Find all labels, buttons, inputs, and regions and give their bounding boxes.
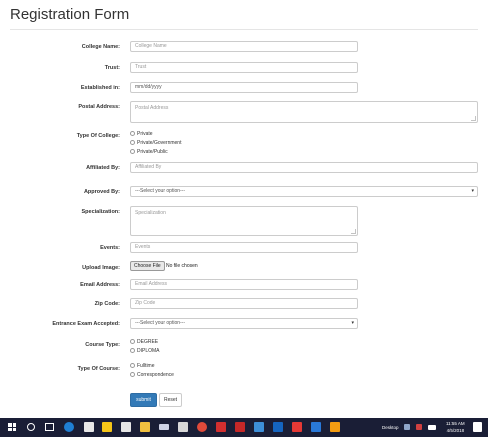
- trust-input[interactable]: Trust: [130, 62, 358, 73]
- postal-address-textarea[interactable]: Postal Address: [130, 101, 478, 123]
- file-status-text: No file chosen: [166, 263, 198, 269]
- radio-button-icon[interactable]: [130, 149, 135, 155]
- college-name-input[interactable]: College Name: [130, 41, 358, 52]
- approved-by-label: Approved By:: [83, 189, 120, 195]
- edge-icon[interactable]: [64, 422, 74, 432]
- events-input[interactable]: Events: [130, 242, 358, 253]
- entrance-exam-label: Entrance Exam Accepted:: [52, 321, 120, 327]
- type-of-college-label: Type Of College:: [76, 133, 120, 139]
- clock-date: 4/5/2018: [446, 428, 465, 433]
- outlook-icon[interactable]: [273, 422, 283, 432]
- clock-time: 11:55 AM: [446, 421, 465, 426]
- notification-icon[interactable]: [473, 422, 482, 432]
- postal-address-label: Postal Address:: [78, 104, 120, 110]
- taskbar: Desktop 11:55 AM 4/5/2018: [0, 418, 488, 437]
- radio-button-icon[interactable]: [130, 339, 135, 345]
- specialization-textarea[interactable]: Specialization: [130, 206, 358, 236]
- established-label: Established in:: [80, 85, 120, 91]
- radio-label: DIPLOMA: [137, 348, 160, 354]
- system-clock[interactable]: 11:55 AM 4/5/2018: [446, 420, 465, 434]
- radio-label: Private/Government: [137, 140, 182, 146]
- radio-button-icon[interactable]: [130, 131, 135, 137]
- radio-button-icon[interactable]: [130, 363, 135, 369]
- windows-start-icon[interactable]: [8, 423, 16, 431]
- mail-icon[interactable]: [84, 422, 94, 432]
- search-icon[interactable]: [27, 423, 35, 431]
- keyboard-icon[interactable]: [159, 424, 169, 430]
- desktop-toolbar-label[interactable]: Desktop: [382, 418, 399, 437]
- chevron-down-icon: ▾: [351, 320, 354, 326]
- network-app-icon[interactable]: [254, 422, 264, 432]
- pdf-icon[interactable]: [216, 422, 226, 432]
- word-icon[interactable]: [330, 422, 340, 432]
- choose-file-button[interactable]: Choose File: [130, 261, 165, 271]
- course-type-radio-group: DEGREE DIPLOMA: [130, 338, 160, 356]
- radio-button-icon[interactable]: [130, 372, 135, 378]
- zip-code-label: Zip Code:: [94, 301, 120, 307]
- battery-icon[interactable]: [428, 425, 436, 430]
- radio-label: DEGREE: [137, 339, 159, 345]
- radio-label: Fulltime: [137, 363, 155, 369]
- email-field[interactable]: Email Address: [130, 279, 358, 290]
- file-explorer-icon[interactable]: [140, 422, 150, 432]
- radio-button-icon[interactable]: [130, 140, 135, 146]
- volume-icon[interactable]: [416, 424, 422, 430]
- radio-label: Correspondence: [137, 372, 174, 378]
- established-date-input[interactable]: mm/dd/yyyy: [130, 82, 358, 93]
- submit-button[interactable]: submit: [130, 393, 157, 407]
- radio-private[interactable]: Private: [130, 130, 181, 139]
- code-icon[interactable]: [311, 422, 321, 432]
- task-view-icon[interactable]: [45, 423, 54, 431]
- store-icon[interactable]: [121, 422, 131, 432]
- type-of-college-radio-group: Private Private/Government Private/Publi…: [130, 130, 181, 157]
- radio-private-government[interactable]: Private/Government: [130, 139, 181, 148]
- radio-diploma[interactable]: DIPLOMA: [130, 347, 160, 356]
- specialization-label: Specialization:: [81, 209, 120, 215]
- upload-image-label: Upload Image:: [82, 265, 120, 271]
- page-title: Registration Form: [10, 6, 130, 23]
- chevron-down-icon: ▾: [471, 188, 474, 194]
- email-label: Email Address:: [80, 282, 120, 288]
- chrome-icon[interactable]: [197, 422, 207, 432]
- radio-button-icon[interactable]: [130, 348, 135, 354]
- affiliated-by-input[interactable]: Affiliated By: [130, 162, 478, 173]
- type-of-course-label: Type Of Course:: [77, 366, 120, 372]
- trust-label: Trust:: [104, 65, 120, 71]
- terminal-icon[interactable]: [235, 422, 245, 432]
- title-divider: [10, 29, 478, 30]
- course-type-label: Course Type:: [85, 342, 120, 348]
- radio-label: Private/Public: [137, 149, 168, 155]
- network-icon[interactable]: [404, 424, 410, 430]
- radio-fulltime[interactable]: Fulltime: [130, 362, 174, 371]
- college-name-label: College Name:: [81, 44, 120, 50]
- photos-icon[interactable]: [292, 422, 302, 432]
- radio-label: Private: [137, 131, 153, 137]
- events-label: Events:: [100, 245, 120, 251]
- radio-private-public[interactable]: Private/Public: [130, 148, 181, 157]
- approved-by-select[interactable]: ---Select your option--- ▾: [130, 186, 478, 197]
- entrance-exam-select[interactable]: ---Select your option--- ▾: [130, 318, 358, 329]
- type-of-course-radio-group: Fulltime Correspondence: [130, 362, 174, 380]
- radio-degree[interactable]: DEGREE: [130, 338, 160, 347]
- reset-button[interactable]: Reset: [159, 393, 182, 407]
- sticky-notes-icon[interactable]: [102, 422, 112, 432]
- zip-code-input[interactable]: Zip Code: [130, 298, 358, 309]
- entrance-exam-selected-value: ---Select your option---: [135, 320, 186, 326]
- radio-correspondence[interactable]: Correspondence: [130, 371, 174, 380]
- approved-by-selected-value: ---Select your option---: [135, 188, 186, 194]
- affiliated-by-label: Affiliated By:: [86, 165, 120, 171]
- notes-app-icon[interactable]: [178, 422, 188, 432]
